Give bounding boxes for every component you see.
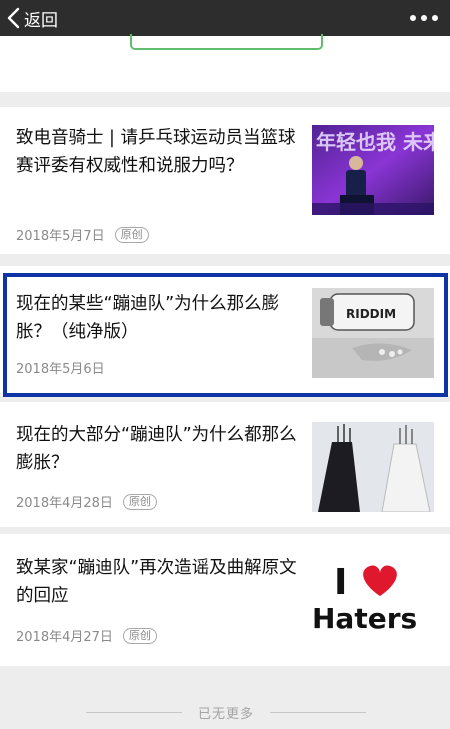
svg-text:I: I	[334, 562, 347, 603]
article-thumbnail	[312, 422, 434, 512]
article-item[interactable]: 现在的某些“蹦迪队”为什么那么膨胀？（纯净版） 2018年5月6日 RIDDIM	[0, 266, 450, 396]
thumb-text: 年轻也我 未来中	[316, 130, 434, 154]
article-thumbnail: I Haters	[312, 552, 434, 642]
chevron-left-icon	[6, 7, 20, 29]
back-button[interactable]: 返回	[6, 0, 58, 36]
footer-divider	[86, 712, 182, 713]
no-more-text: 已无更多	[197, 707, 254, 722]
green-button-edge[interactable]	[130, 34, 323, 50]
thumb-text: RIDDIM	[346, 307, 396, 321]
thumb-text: Haters	[312, 602, 417, 635]
article-meta: 2018年4月28日 原创	[16, 492, 157, 511]
footer-divider	[270, 712, 366, 713]
article-date: 2018年5月6日	[16, 362, 105, 377]
more-icon[interactable]	[410, 10, 438, 26]
article-item[interactable]: 致电音骑士 | 请乒乓球运动员当篮球赛评委有权威性和说服力吗？ 2018年5月7…	[0, 107, 450, 254]
article-title: 致电音骑士 | 请乒乓球运动员当篮球赛评委有权威性和说服力吗？	[16, 128, 296, 176]
top-card	[0, 34, 450, 92]
article-meta: 2018年5月6日	[16, 358, 105, 377]
article-date: 2018年4月28日	[16, 496, 113, 511]
article-item[interactable]: 致某家“蹦迪队”再次造谣及曲解原文的回应 2018年4月27日 原创 I Hat…	[0, 534, 450, 666]
article-meta: 2018年5月7日 原创	[16, 225, 149, 244]
article-item[interactable]: 现在的大部分“蹦迪队”为什么都那么膨胀？ 2018年4月28日 原创	[0, 402, 450, 527]
top-bar: 返回	[0, 0, 450, 36]
original-badge: 原创	[122, 493, 157, 510]
article-thumbnail: RIDDIM	[312, 288, 434, 378]
article-meta: 2018年4月27日 原创	[16, 626, 157, 645]
article-title: 致某家“蹦迪队”再次造谣及曲解原文的回应	[16, 558, 297, 606]
article-date: 2018年4月27日	[16, 630, 113, 645]
article-title: 现在的某些“蹦迪队”为什么那么膨胀？（纯净版）	[16, 294, 280, 342]
article-title: 现在的大部分“蹦迪队”为什么都那么膨胀？	[16, 425, 297, 473]
article-thumbnail: 年轻也我 未来中	[312, 125, 434, 215]
article-date: 2018年5月7日	[16, 229, 105, 244]
original-badge: 原创	[122, 627, 157, 644]
original-badge: 原创	[114, 226, 149, 243]
back-label: 返回	[24, 10, 58, 31]
